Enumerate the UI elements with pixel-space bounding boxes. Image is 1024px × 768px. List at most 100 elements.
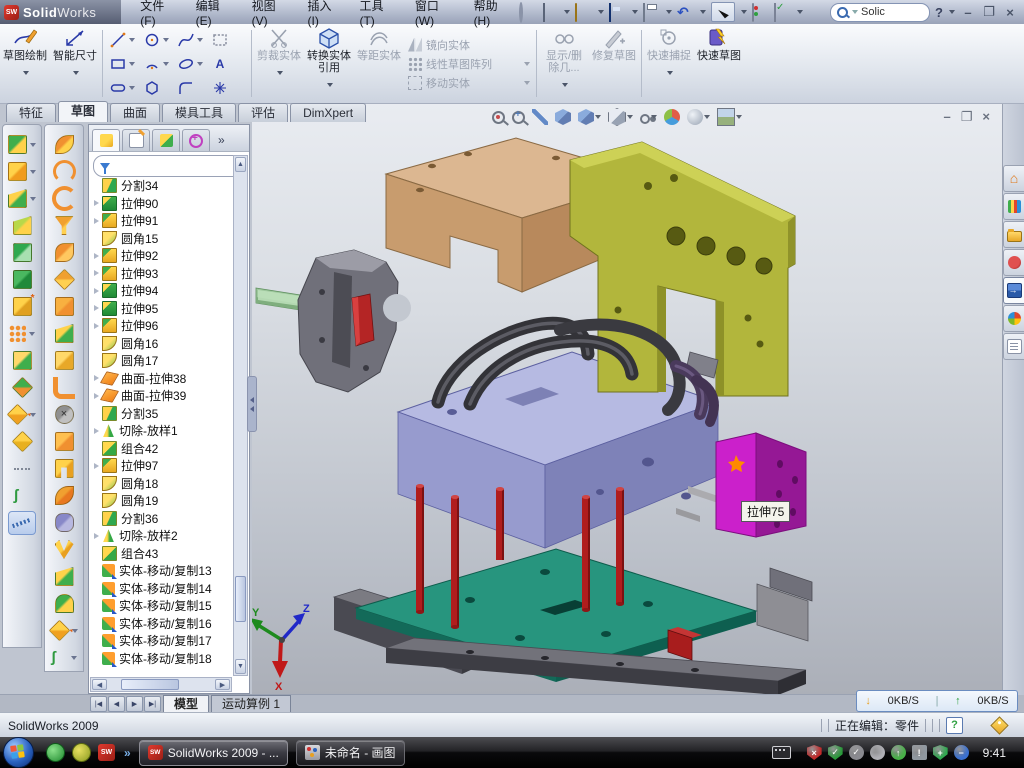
part-gray-blocks[interactable]	[757, 568, 812, 641]
feature-tool-b14[interactable]	[55, 509, 74, 536]
menu-item-5[interactable]: 窗口(W)	[404, 0, 463, 32]
more-tabs-chevron[interactable]: »	[218, 129, 225, 151]
mold-tool-a1[interactable]	[8, 158, 36, 185]
feature-tool-b3[interactable]	[55, 212, 74, 239]
tray-network-warning-icon[interactable]: !	[912, 745, 927, 760]
scroll-right-button[interactable]: ▶	[215, 679, 230, 690]
mold-tool-a13[interactable]: ʃ	[14, 482, 31, 509]
part-clamp-bracket[interactable]	[570, 142, 795, 396]
zoom-fit-icon[interactable]	[492, 111, 505, 124]
menu-item-2[interactable]: 视图(V)	[241, 0, 297, 32]
feature-tool-b10[interactable]: ×	[55, 401, 74, 428]
tree-item-27[interactable]: 实体-移动/复制18	[91, 650, 231, 668]
menu-item-6[interactable]: 帮助(H)	[463, 0, 520, 32]
rapid-sketch-button[interactable]: 快速草图	[694, 24, 744, 103]
sketch-tool-sketch-fillet[interactable]	[177, 76, 211, 100]
mold-tool-a0[interactable]	[8, 131, 36, 158]
tab-motion-study[interactable]: 运动算例 1	[211, 695, 291, 713]
tree-item-24[interactable]: 实体-移动/复制15	[91, 597, 231, 615]
sketch-tool-slot[interactable]	[109, 76, 143, 100]
quick-tips-icon[interactable]: ?	[946, 717, 963, 734]
open-file-icon[interactable]	[575, 4, 592, 21]
new-dropdown[interactable]	[564, 10, 570, 14]
pin-icon[interactable]	[519, 4, 536, 21]
tree-item-8[interactable]: 拉伸96	[91, 317, 231, 335]
tray-blocked-icon[interactable]: −	[954, 745, 969, 760]
next-tab-button[interactable]: ▶	[126, 696, 143, 712]
last-tab-button[interactable]: ▶|	[144, 696, 161, 712]
options-dropdown[interactable]	[797, 10, 803, 14]
sketch-tool-text[interactable]: A	[211, 52, 245, 76]
tree-item-18[interactable]: 圆角19	[91, 492, 231, 510]
tree-filter-input[interactable]	[93, 155, 245, 177]
select-dropdown[interactable]	[741, 10, 747, 14]
line-dropdown[interactable]	[129, 38, 135, 42]
expand-arrow-icon[interactable]	[91, 305, 102, 311]
tree-item-10[interactable]: 圆角17	[91, 352, 231, 370]
mold-tool-a3[interactable]	[13, 212, 32, 239]
convert-entities-button[interactable]: 转换实体引用	[304, 24, 354, 103]
feature-tool-b8[interactable]	[55, 347, 74, 374]
ribbon-tab-5[interactable]: DimXpert	[290, 103, 366, 122]
app-restore-button[interactable]: ❐	[981, 4, 997, 20]
task-button-1[interactable]: 未命名 - 画图	[296, 740, 405, 766]
quick-launch-solidworks-icon[interactable]: SW	[98, 744, 115, 761]
tray-health-shield-icon[interactable]: +	[933, 745, 948, 760]
ribbon-tab-0[interactable]: 特征	[6, 103, 56, 122]
tree-item-0[interactable]: 分割34	[91, 177, 231, 195]
tree-item-20[interactable]: 切除-放样2	[91, 527, 231, 545]
tree-item-16[interactable]: 拉伸97	[91, 457, 231, 475]
sketch-dropdown[interactable]	[23, 71, 29, 75]
new-file-icon[interactable]	[541, 4, 558, 21]
scroll-down-button[interactable]: ▼	[235, 659, 246, 674]
sketch-tool-arc[interactable]	[143, 52, 177, 76]
feature-tool-b18[interactable]: *	[50, 617, 78, 644]
undo-dropdown[interactable]	[700, 10, 706, 14]
doc-close-button[interactable]: ×	[982, 109, 990, 125]
apply-scene-icon[interactable]	[687, 109, 710, 125]
select-tool-icon[interactable]	[711, 2, 735, 22]
start-button[interactable]	[3, 737, 34, 768]
tree-item-7[interactable]: 拉伸95	[91, 300, 231, 318]
mold-tool-a10[interactable]: *	[8, 401, 36, 428]
tree-item-12[interactable]: 曲面-拉伸39	[91, 387, 231, 405]
tray-security-green-icon[interactable]: ✓	[828, 745, 843, 760]
feature-tool-b1[interactable]	[53, 158, 76, 185]
view-orientation-icon[interactable]	[578, 109, 601, 125]
panel-splitter-handle[interactable]	[247, 376, 257, 432]
tree-item-6[interactable]: 拉伸94	[91, 282, 231, 300]
feature-tool-b15[interactable]	[55, 536, 74, 563]
mold-tool-a9[interactable]	[13, 374, 32, 401]
ribbon-tab-1[interactable]: 草图	[58, 101, 108, 122]
keyboard-layout-icon[interactable]	[772, 746, 791, 759]
arc-dropdown[interactable]	[163, 62, 169, 66]
save-icon[interactable]	[609, 4, 626, 21]
tree-item-4[interactable]: 拉伸92	[91, 247, 231, 265]
quick-launch-icon-2[interactable]	[72, 743, 91, 762]
ribbon-tab-4[interactable]: 评估	[238, 103, 288, 122]
expand-arrow-icon[interactable]	[91, 200, 102, 206]
tree-item-1[interactable]: 拉伸90	[91, 195, 231, 213]
task-pane-tab-design-library[interactable]	[1003, 193, 1024, 220]
feature-tool-b0[interactable]	[55, 131, 74, 158]
quick-launch-icon-1[interactable]	[46, 743, 65, 762]
first-tab-button[interactable]: |◀	[90, 696, 107, 712]
expand-arrow-icon[interactable]	[91, 253, 102, 259]
previous-view-icon[interactable]	[532, 109, 548, 125]
feature-tool-b13[interactable]	[55, 482, 74, 509]
feature-tool-b11[interactable]	[55, 428, 74, 455]
tree-item-26[interactable]: 实体-移动/复制17	[91, 632, 231, 650]
feature-tool-b6[interactable]	[55, 293, 74, 320]
tray-volume-icon[interactable]	[870, 745, 885, 760]
menu-item-4[interactable]: 工具(T)	[348, 0, 403, 32]
doc-restore-button[interactable]: ❐	[961, 109, 973, 125]
tree-item-19[interactable]: 分割36	[91, 510, 231, 528]
feature-tool-b12[interactable]	[55, 455, 74, 482]
part-gray-slide[interactable]	[298, 250, 411, 392]
feature-tool-b2[interactable]	[52, 185, 77, 212]
expand-arrow-icon[interactable]	[91, 218, 102, 224]
tree-item-17[interactable]: 圆角18	[91, 475, 231, 493]
sketch-tool-polygon[interactable]	[143, 76, 177, 100]
mold-tool-a2[interactable]	[8, 185, 36, 212]
feature-tool-b17[interactable]	[55, 590, 74, 617]
